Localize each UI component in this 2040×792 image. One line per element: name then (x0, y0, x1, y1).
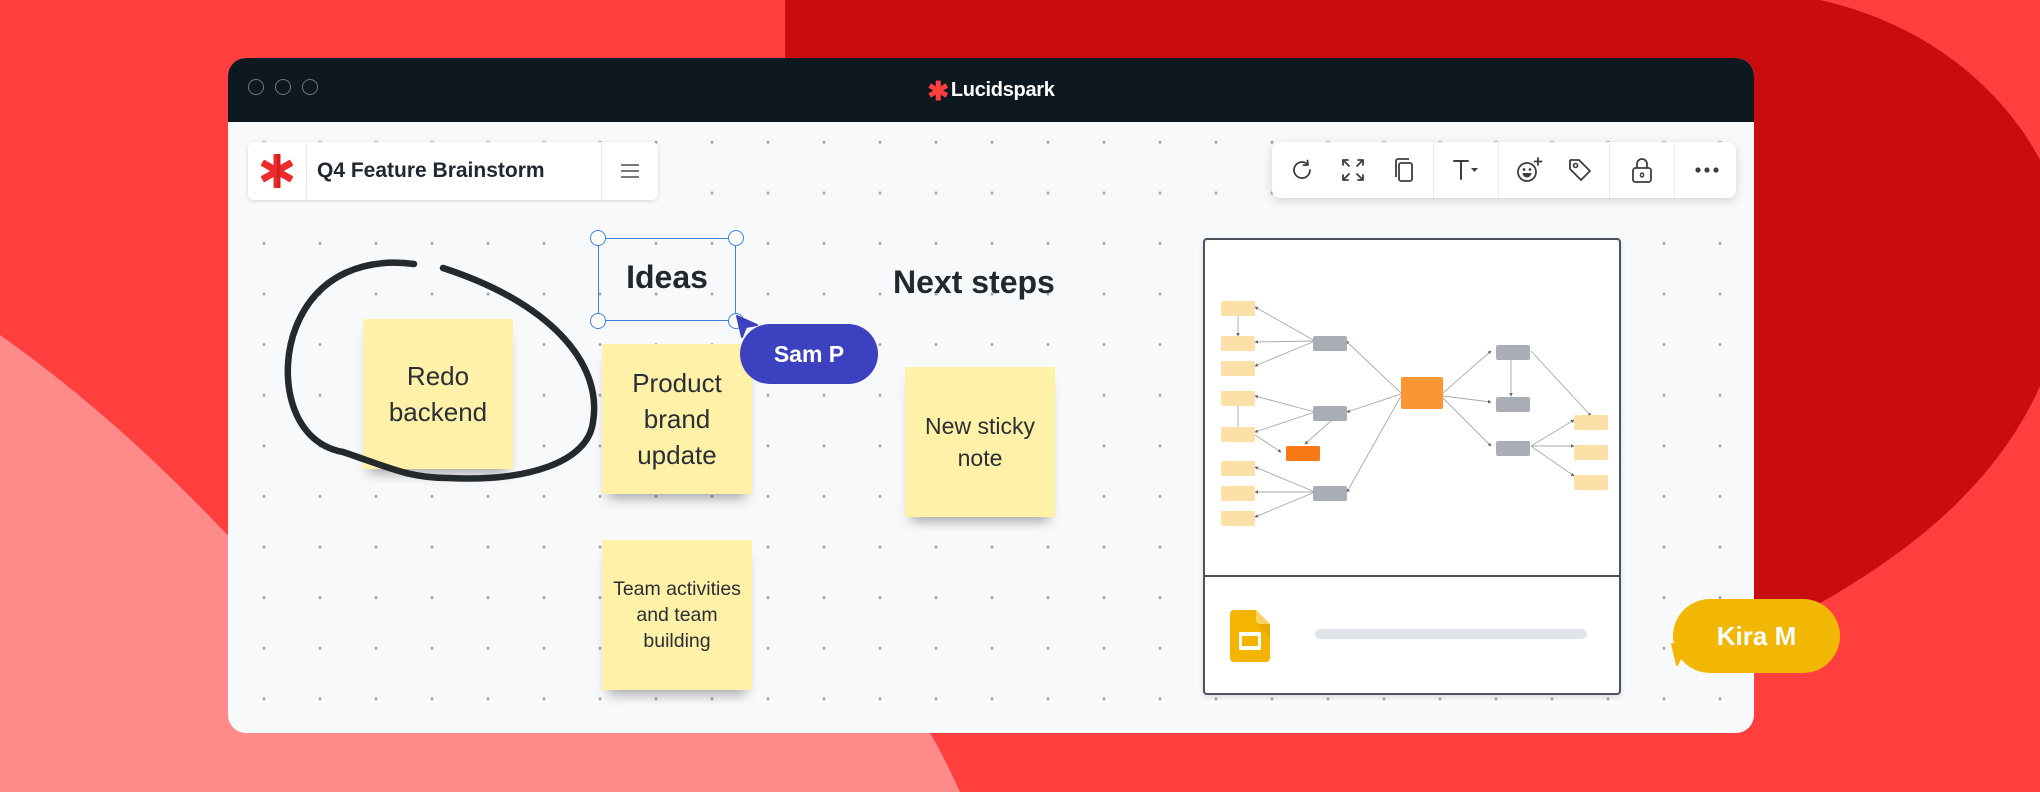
sticky-line: note (957, 445, 1003, 471)
resize-handle-top-right[interactable] (728, 230, 744, 246)
sticky-note-team-activities[interactable]: Team activities and team building (602, 540, 752, 690)
tag-button[interactable] (1554, 142, 1605, 198)
sticky-note-new-sticky-note[interactable]: New sticky note (905, 367, 1055, 517)
object-toolbar (1272, 142, 1736, 198)
text-style-button[interactable] (1438, 142, 1494, 198)
sticky-text: New sticky note (925, 410, 1035, 474)
toolbar-group-more (1675, 142, 1739, 198)
sticky-line: Product (632, 368, 722, 398)
more-options-button[interactable] (1679, 142, 1735, 198)
app-brand: ✱ Lucidspark (228, 76, 1754, 107)
tag-icon (1568, 159, 1591, 181)
lock-icon (1632, 158, 1652, 183)
lucid-asterisk-icon: ✱ (927, 76, 949, 106)
google-slides-icon (1230, 610, 1270, 662)
collaborator-cursor-kira-m: Kira M (1673, 599, 1840, 673)
collaborator-cursor-sam-p: Sam P (740, 324, 878, 384)
resize-handle-bottom-left[interactable] (590, 313, 606, 329)
board-canvas[interactable]: Q4 Feature Brainstorm Redo backend Ideas… (228, 122, 1754, 733)
sticky-line: building (643, 630, 711, 652)
embed-preview-diagram (1221, 301, 1608, 526)
diagram-grey-nodes (1313, 336, 1530, 501)
toolbar-group-lock (1610, 142, 1675, 198)
embed-title-placeholder-bar (1315, 629, 1587, 639)
sticky-line: New sticky (925, 413, 1035, 439)
add-reaction-icon (1516, 157, 1542, 182)
sticky-note-product-brand-update[interactable]: Product brand update (602, 344, 752, 494)
toolbar-group-arrange (1272, 142, 1434, 198)
app-name: Lucidspark (950, 79, 1055, 101)
rotate-icon (1292, 159, 1311, 179)
embedded-google-slides-card[interactable] (1203, 238, 1621, 695)
more-options-icon (1695, 167, 1719, 173)
diagram-hub-node (1401, 377, 1443, 409)
duplicate-button[interactable] (1378, 142, 1429, 198)
embed-footer (1205, 575, 1619, 693)
sticky-line: and team (636, 604, 718, 626)
sticky-line: brand (643, 404, 711, 434)
fit-to-screen-icon (1341, 159, 1364, 181)
resize-handle-top-left[interactable] (590, 230, 606, 246)
diagram-highlight-node (1286, 446, 1320, 461)
heading-ideas[interactable]: Ideas (599, 259, 735, 296)
title-bar: ✱ Lucidspark (228, 58, 1754, 122)
sticky-line: update (637, 440, 717, 470)
sticky-text: Team activities and team building (613, 576, 741, 654)
text-style-icon (1453, 160, 1478, 180)
sticky-line: Team activities (613, 578, 741, 600)
sticky-text: Product brand update (632, 365, 722, 473)
ideas-selection-box[interactable]: Ideas (590, 230, 744, 329)
toolbar-group-annotate (1499, 142, 1610, 198)
fit-to-screen-button[interactable] (1327, 142, 1378, 198)
rotate-button[interactable] (1276, 142, 1327, 198)
heading-next-steps[interactable]: Next steps (893, 264, 1055, 301)
duplicate-icon (1394, 158, 1413, 182)
add-reaction-button[interactable] (1503, 142, 1554, 198)
toolbar-group-text (1434, 142, 1499, 198)
lock-button[interactable] (1614, 142, 1670, 198)
bg-pink-lower (0, 733, 960, 792)
app-window: ✱ Lucidspark Q4 Feature Brainstorm Redo … (228, 58, 1754, 733)
